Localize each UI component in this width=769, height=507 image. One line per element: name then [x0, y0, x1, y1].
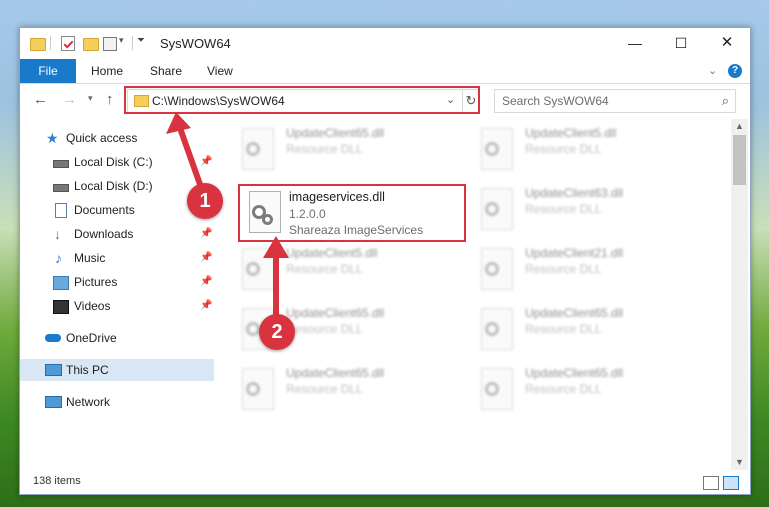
arrow-1-shaft [177, 125, 205, 193]
arrow-1-head [166, 112, 191, 134]
step-1-marker: 1 [187, 183, 223, 219]
arrow-2-head [263, 236, 289, 258]
instruction-arrows [166, 112, 289, 319]
step-2-marker: 2 [259, 314, 295, 350]
